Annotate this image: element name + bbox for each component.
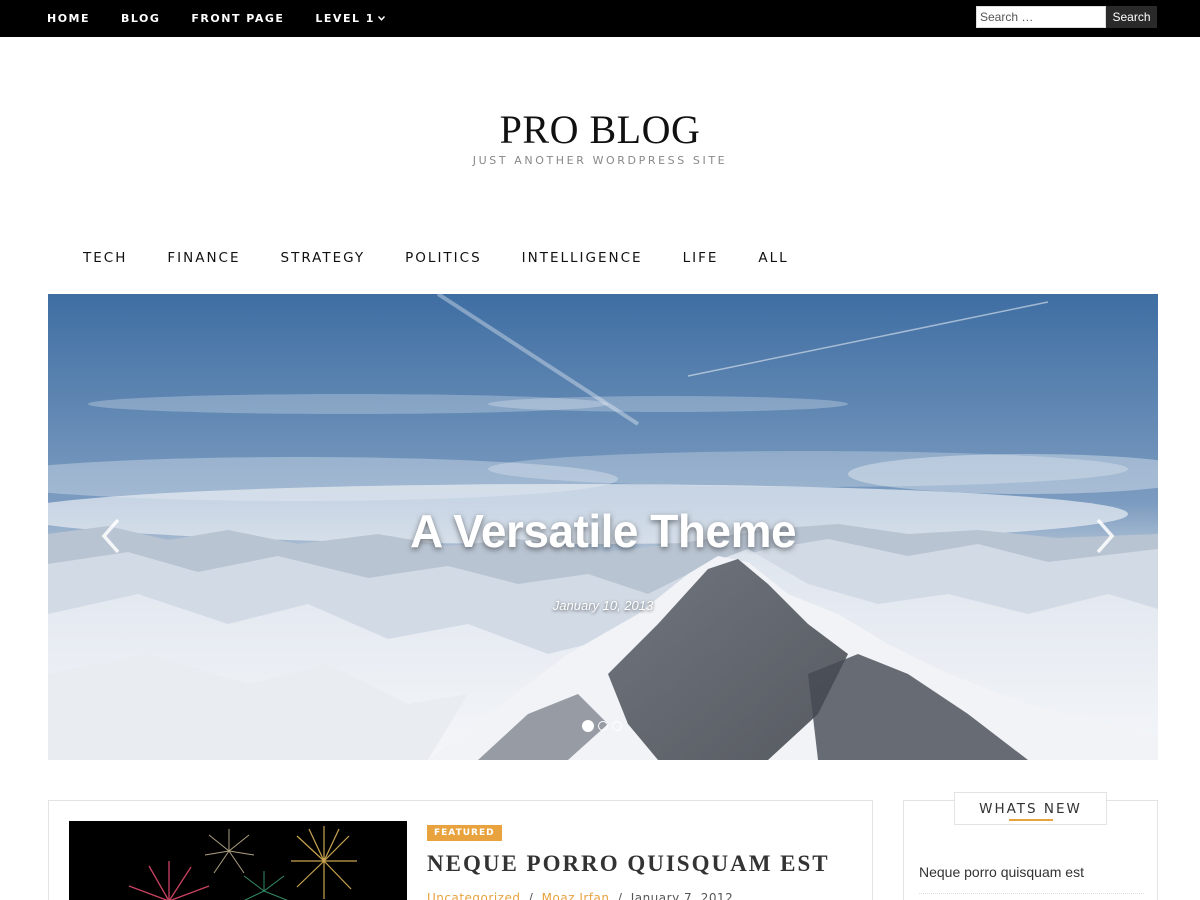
meta-separator: / bbox=[617, 891, 623, 900]
category-life[interactable]: LIFE bbox=[683, 250, 719, 266]
search-form: Search bbox=[976, 6, 1157, 28]
category-finance[interactable]: FINANCE bbox=[167, 250, 240, 266]
category-intelligence[interactable]: INTELLIGENCE bbox=[522, 250, 643, 266]
featured-post-card: FEATURED NEQUE PORRO QUISQUAM EST Uncate… bbox=[48, 800, 873, 900]
slider-next-button[interactable] bbox=[1090, 516, 1120, 556]
top-nav: HOME BLOG FRONT PAGE LEVEL 1 bbox=[47, 0, 416, 37]
slider-dot-2[interactable] bbox=[598, 721, 608, 731]
whats-new-widget: WHATS NEW Neque porro quisquam est bbox=[903, 792, 1158, 900]
nav-front-page-label: FRONT PAGE bbox=[191, 12, 285, 25]
post-thumbnail[interactable] bbox=[69, 821, 407, 900]
featured-badge: FEATURED bbox=[427, 825, 502, 841]
meta-separator: / bbox=[528, 891, 534, 900]
widget-title-text: WHATS NEW bbox=[979, 801, 1082, 817]
top-bar: HOME BLOG FRONT PAGE LEVEL 1 Search bbox=[0, 0, 1200, 37]
post-author-link[interactable]: Moaz Irfan bbox=[542, 891, 610, 900]
post-meta: Uncategorized / Moaz Irfan / January 7, … bbox=[427, 891, 733, 900]
nav-front-page[interactable]: FRONT PAGE bbox=[191, 12, 284, 25]
nav-home[interactable]: HOME bbox=[47, 12, 90, 25]
slider-dot-3[interactable] bbox=[612, 721, 622, 731]
category-nav: TECH FINANCE STRATEGY POLITICS INTELLIGE… bbox=[83, 250, 829, 266]
post-date: January 7, 2012 bbox=[630, 891, 734, 900]
fireworks-image bbox=[69, 821, 407, 900]
category-strategy[interactable]: STRATEGY bbox=[281, 250, 366, 266]
category-tech[interactable]: TECH bbox=[83, 250, 127, 266]
post-title[interactable]: NEQUE PORRO QUISQUAM EST bbox=[427, 851, 830, 877]
chevron-left-icon bbox=[101, 518, 120, 554]
nav-level-1[interactable]: LEVEL 1 bbox=[315, 12, 385, 25]
widget-divider bbox=[919, 893, 1144, 894]
nav-blog-label: BLOG bbox=[121, 12, 161, 25]
site-title[interactable]: PRO BLOG bbox=[0, 106, 1200, 153]
chevron-right-icon bbox=[1096, 518, 1115, 554]
widget-title-underline bbox=[1009, 819, 1053, 821]
slider-dot-1[interactable] bbox=[582, 720, 594, 732]
widget-post-link[interactable]: Neque porro quisquam est bbox=[919, 864, 1084, 880]
slide-date: January 10, 2013 bbox=[552, 598, 654, 613]
nav-level-1-label: LEVEL 1 bbox=[315, 12, 375, 25]
post-category-link[interactable]: Uncategorized bbox=[427, 891, 520, 900]
search-button[interactable]: Search bbox=[1106, 6, 1157, 28]
nav-home-label: HOME bbox=[47, 12, 91, 25]
chevron-down-icon bbox=[377, 14, 385, 23]
widget-title: WHATS NEW bbox=[954, 792, 1107, 825]
category-politics[interactable]: POLITICS bbox=[405, 250, 482, 266]
slider-pagination bbox=[582, 720, 626, 732]
search-input[interactable] bbox=[976, 6, 1106, 28]
hero-slider: A Versatile Theme January 10, 2013 bbox=[48, 294, 1158, 760]
slider-prev-button[interactable] bbox=[96, 516, 126, 556]
slide-title[interactable]: A Versatile Theme bbox=[48, 504, 1158, 558]
site-description: JUST ANOTHER WORDPRESS SITE bbox=[472, 154, 728, 167]
category-all[interactable]: ALL bbox=[758, 250, 788, 266]
nav-blog[interactable]: BLOG bbox=[121, 12, 160, 25]
